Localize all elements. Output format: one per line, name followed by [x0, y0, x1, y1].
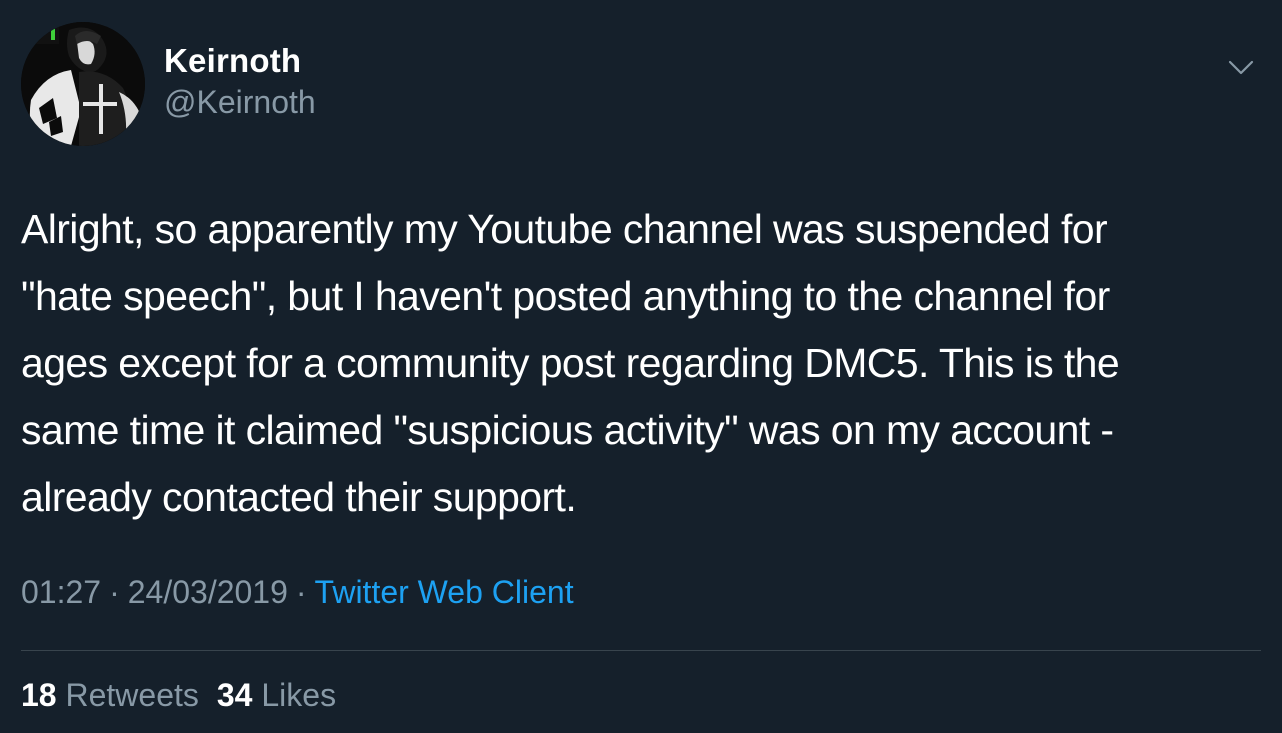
tweet-text: Alright, so apparently my Youtube channe…: [21, 206, 1120, 520]
retweets-stat[interactable]: 18 Retweets: [21, 677, 199, 713]
retweets-label: Retweets: [65, 677, 199, 713]
tweet-client-link[interactable]: Twitter Web Client: [315, 574, 574, 610]
meta-separator: ·: [295, 574, 307, 610]
avatar[interactable]: [21, 22, 145, 146]
meta-separator: ·: [109, 574, 120, 610]
chevron-down-icon[interactable]: [1226, 56, 1256, 78]
tweet-time[interactable]: 01:27: [21, 574, 101, 610]
likes-label: Likes: [261, 677, 337, 713]
likes-count: 34: [216, 677, 253, 713]
retweets-count: 18: [21, 677, 57, 713]
author-handle[interactable]: @Keirnoth: [164, 84, 316, 121]
likes-stat[interactable]: 34 Likes: [217, 677, 336, 713]
tweet-date[interactable]: 24/03/2019: [128, 574, 288, 610]
tweet-stats: 18 Retweets 34 Likes: [21, 677, 336, 714]
tweet-card: Keirnoth @Keirnoth Alright, so apparentl…: [0, 0, 1282, 733]
author-display-name[interactable]: Keirnoth: [164, 42, 301, 80]
divider: [21, 650, 1261, 651]
tweet-metadata: 01:27 · 24/03/2019 · Twitter Web Client: [21, 574, 574, 611]
